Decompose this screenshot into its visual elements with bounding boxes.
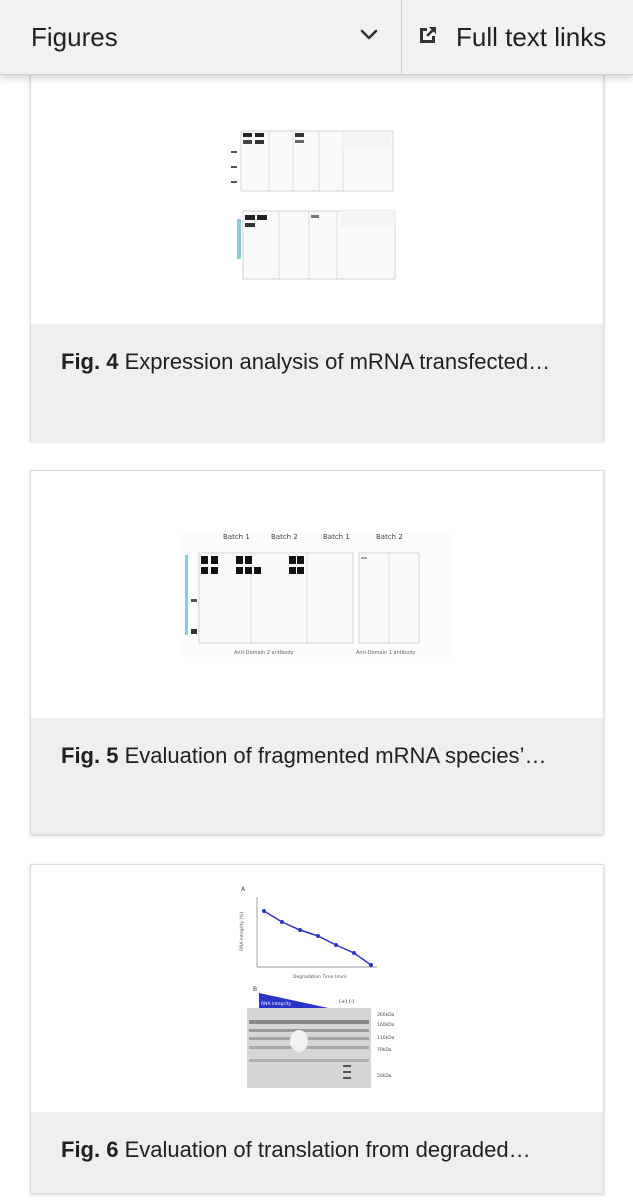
- figures-dropdown-label: Figures: [31, 21, 118, 52]
- fig6-x-axis-label: Degradation Time (min): [293, 974, 347, 980]
- figure-6-image: A RNA Integrity (%) Degradation Time (mi…: [239, 886, 395, 1088]
- fig6-y-axis-label: RNA Integrity (%): [239, 911, 245, 951]
- fig5-batch-header-1: Batch 1: [223, 533, 250, 541]
- fig6-ladder-1: 260kDa: [377, 1012, 395, 1018]
- figure-6-caption-text: Evaluation of translation from degraded…: [124, 1137, 531, 1162]
- fig5-batch-header-2: Batch 2: [271, 533, 298, 541]
- figures-dropdown[interactable]: Figures: [0, 0, 402, 74]
- figure-5-image: Batch 1 Batch 2 Batch 1 Batch 2 Anti-Dom…: [181, 533, 453, 657]
- fig5-footer-label-2: Anti-Domain 1 antibody: [356, 650, 415, 656]
- fig6-panel-a-label: A: [241, 886, 246, 893]
- figure-4-caption[interactable]: Fig. 4 Expression analysis of mRNA trans…: [31, 324, 603, 442]
- figure-5-thumbnail[interactable]: Batch 1 Batch 2 Batch 1 Batch 2 Anti-Dom…: [31, 471, 603, 718]
- fig6-ladder-3: 110kDa: [377, 1035, 395, 1041]
- figure-card-6[interactable]: A RNA Integrity (%) Degradation Time (mi…: [30, 864, 604, 1194]
- fig6-gradient-label: RNA integrity: [261, 1001, 291, 1007]
- fig6-ladder-4: 70kDa: [377, 1047, 392, 1053]
- fig5-footer-label-1: Anti-Domain 2 antibody: [234, 650, 293, 656]
- figure-4-thumbnail[interactable]: [31, 61, 603, 324]
- fig5-batch-header-3: Batch 1: [323, 533, 350, 541]
- figure-5-caption-text: Evaluation of fragmented mRNA species’…: [124, 743, 547, 768]
- figure-5-label: Fig. 5: [61, 743, 119, 768]
- full-text-links-button[interactable]: Full text links: [402, 0, 633, 74]
- figure-card-4[interactable]: Fig. 4 Expression analysis of mRNA trans…: [30, 60, 604, 442]
- figure-4-image: [231, 130, 396, 280]
- figure-4-label: Fig. 4: [61, 349, 119, 374]
- figure-card-5[interactable]: Batch 1 Batch 2 Batch 1 Batch 2 Anti-Dom…: [30, 470, 604, 835]
- fig5-batch-header-4: Batch 2: [376, 533, 403, 541]
- external-link-icon: [416, 23, 440, 52]
- fig6-ladder-2: 160kDa: [377, 1022, 395, 1028]
- figure-4-caption-text: Expression analysis of mRNA transfected…: [124, 349, 551, 374]
- figure-6-label: Fig. 6: [61, 1137, 119, 1162]
- figure-5-caption[interactable]: Fig. 5 Evaluation of fragmented mRNA spe…: [31, 718, 603, 834]
- figure-navigation-bar: Figures Full text links: [0, 0, 633, 75]
- fig6-controls-label: (+) (-): [339, 999, 354, 1005]
- fig6-ladder-5: 50kDa: [377, 1073, 392, 1079]
- figure-6-thumbnail[interactable]: A RNA Integrity (%) Degradation Time (mi…: [31, 865, 603, 1112]
- full-text-links-label: Full text links: [456, 21, 607, 52]
- fig6-panel-b-label: B: [253, 986, 257, 993]
- chevron-down-icon: [357, 23, 381, 52]
- figure-6-caption[interactable]: Fig. 6 Evaluation of translation from de…: [31, 1112, 603, 1193]
